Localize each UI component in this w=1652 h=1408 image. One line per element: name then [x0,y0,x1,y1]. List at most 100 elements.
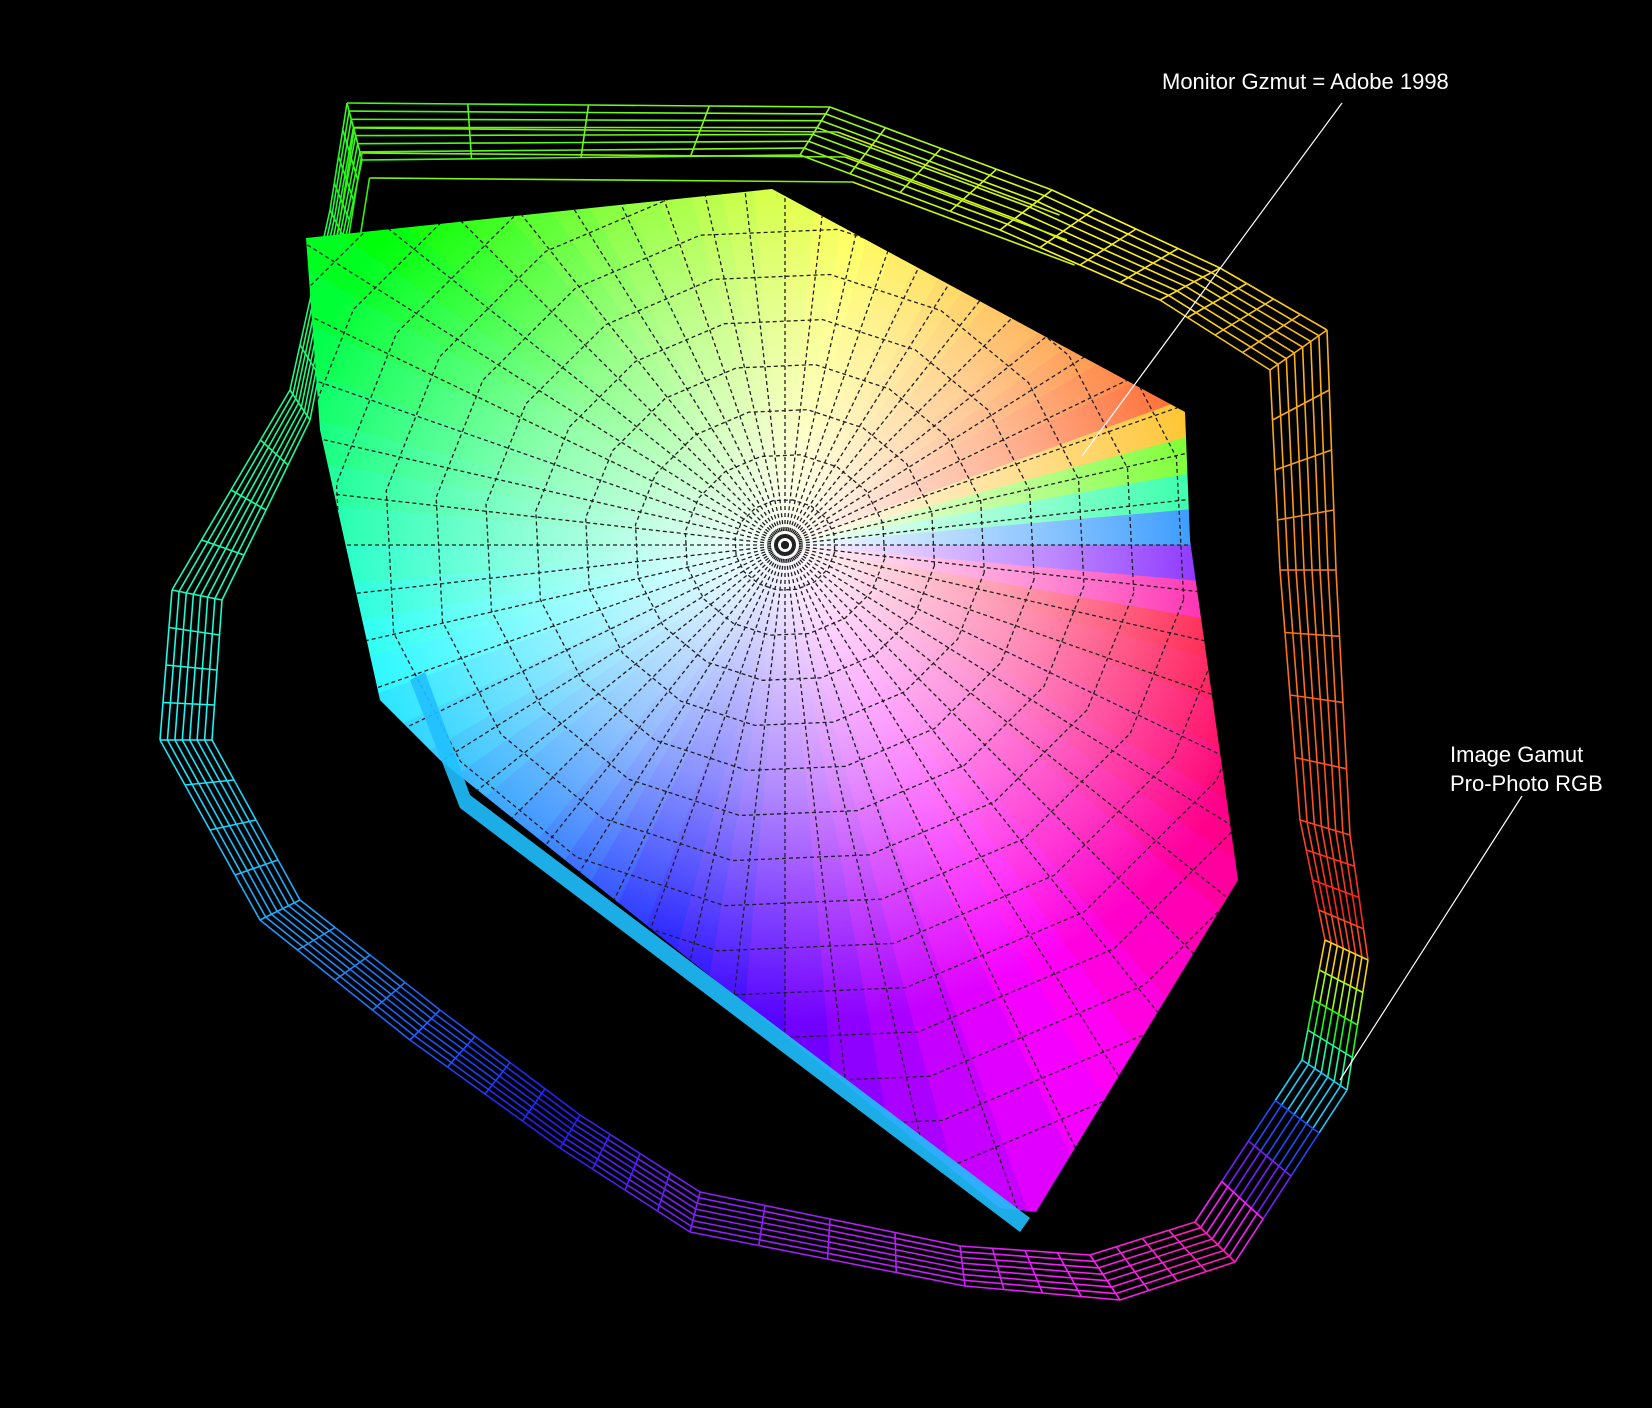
wireframe-ring-segment [1168,1221,1196,1232]
wireframe-ring-segment [1229,292,1258,310]
wireframe-ring-segment [1060,1258,1095,1263]
wireframe-ring-segment [198,783,224,828]
wireframe-ring-segment [1299,819,1308,851]
wireframe-ring-segment [1356,925,1363,958]
wireframe-ring-segment [963,1273,1001,1279]
wireframe-ring-segment [525,1115,564,1144]
wireframe-ring-segment [1135,228,1179,250]
wireframe-ring-segment [505,1066,543,1095]
wireframe-ring-segment [199,548,227,597]
wireframe-ring-segment [184,667,189,704]
wireframe-ring-segment [691,1225,760,1241]
wireframe-ring-segment [390,993,428,1024]
wireframe-ring-segment [1089,1246,1117,1256]
wireframe-ring-segment [349,110,469,113]
wireframe-rib [1269,329,1328,371]
wireframe-ring-segment [1311,569,1317,635]
wireframe-ring-segment [276,910,315,942]
wireframe-ring-segment [1327,828,1335,860]
wireframe-ring-segment [222,826,248,872]
wireframe-ring-segment [259,919,298,951]
wireframe-ring-segment [339,975,378,1007]
wireframe-ring-segment [1306,821,1314,853]
wireframe-ring-segment [1324,912,1332,944]
wireframe-ring-segment [1322,452,1327,512]
wireframe-ring-segment [209,829,236,876]
wireframe-ring-segment [470,141,584,144]
wireframe-ring-segment [270,913,309,945]
wireframe-ring-segment [1136,272,1178,292]
wireframe-ring-segment [896,1271,966,1287]
wireframe-ring-segment [1127,233,1171,255]
wireframe-rib [1119,247,1179,284]
wireframe-ring-segment [1313,824,1321,855]
wireframe-ring-segment [1319,1006,1327,1039]
monitor-gamut-surface [306,189,1238,1212]
wireframe-ring-segment [468,111,588,114]
wireframe-ring-segment [995,1259,1031,1264]
wireframe-ring-segment [450,1061,490,1091]
wireframe-ring-segment [1287,569,1294,634]
wireframe-ring-segment [1172,1264,1202,1276]
wireframe-ring-segment [821,119,876,142]
wireframe-ring-segment [169,665,175,703]
wireframe-ring-segment [894,1231,961,1247]
wireframe-ring-segment [344,972,383,1003]
wireframe-ring-segment [458,1053,497,1082]
wireframe-rib [1274,1099,1320,1134]
wireframe-ring-segment [1148,1280,1178,1292]
wireframe-ring-segment [962,1268,999,1273]
image-gamut-label-line1: Image Gamut [1450,742,1583,767]
wireframe-ring-segment [1021,212,1064,232]
wireframe-ring-segment [263,393,294,445]
wireframe-ring-segment [385,997,424,1028]
wireframe-ring-segment [695,1208,763,1224]
wireframe-ring-segment [1339,1053,1347,1086]
wireframe-ring-segment [1350,989,1358,1022]
wireframe-ring-segment [1318,882,1326,913]
wireframe-ring-segment [1282,467,1287,519]
wireframe-ring-segment [181,703,186,741]
wireframe-ring-segment [413,1035,452,1064]
wireframe-ring-segment [829,106,886,129]
wireframe-ring-segment [192,546,221,595]
wireframe-ring-segment [1106,1271,1136,1282]
wireframe-ring-segment [1007,223,1049,243]
wireframe-ring-segment [696,1202,764,1218]
wireframe-ring-segment [225,501,252,549]
wireframe-ring-segment [454,1057,493,1086]
wireframe-ring-segment [1338,1017,1346,1050]
wireframe-ring-segment [875,140,930,162]
wireframe-ring-segment [1343,951,1351,984]
wireframe-ring-segment [895,1237,961,1253]
wireframe-ring-segment [1311,698,1318,763]
wireframe-ring-segment [293,902,331,932]
wireframe-ring-segment [1304,402,1309,459]
wireframe-ring-segment [470,1039,507,1068]
wireframe-ring-segment [1349,834,1356,867]
wireframe-ring-segment [1284,518,1289,571]
wireframe-ring-segment [694,1214,762,1230]
wireframe-band-line [844,156,1068,241]
wireframe-band-line [369,177,853,183]
wireframe-ring-segment [1327,700,1333,766]
wireframe-ring-segment [864,153,918,175]
wireframe-ring-segment [1312,398,1317,456]
wireframe-ring-segment [381,1001,420,1033]
wireframe-ring-segment [1307,999,1315,1031]
wireframe-ring-segment [1152,262,1195,283]
wireframe-ring-segment [1308,514,1313,571]
wireframe-ring-segment [1102,1264,1131,1276]
wireframe-ring-segment [1312,969,1321,1001]
wireframe-ring-segment [404,981,441,1011]
wireframe-ring-segment [1358,897,1365,929]
wireframe-ring-segment [1042,1292,1082,1298]
wireframe-ring-segment [1279,569,1286,633]
wireframe-ring-segment [541,1092,578,1121]
wireframe-ring-segment [470,149,583,152]
wireframe-ring-segment [1331,887,1339,919]
wireframe-ring-segment [1269,369,1274,421]
wireframe-ring-segment [829,1218,896,1234]
wireframe-ring-segment [1342,702,1348,769]
wireframe-ring-segment [1289,694,1296,758]
